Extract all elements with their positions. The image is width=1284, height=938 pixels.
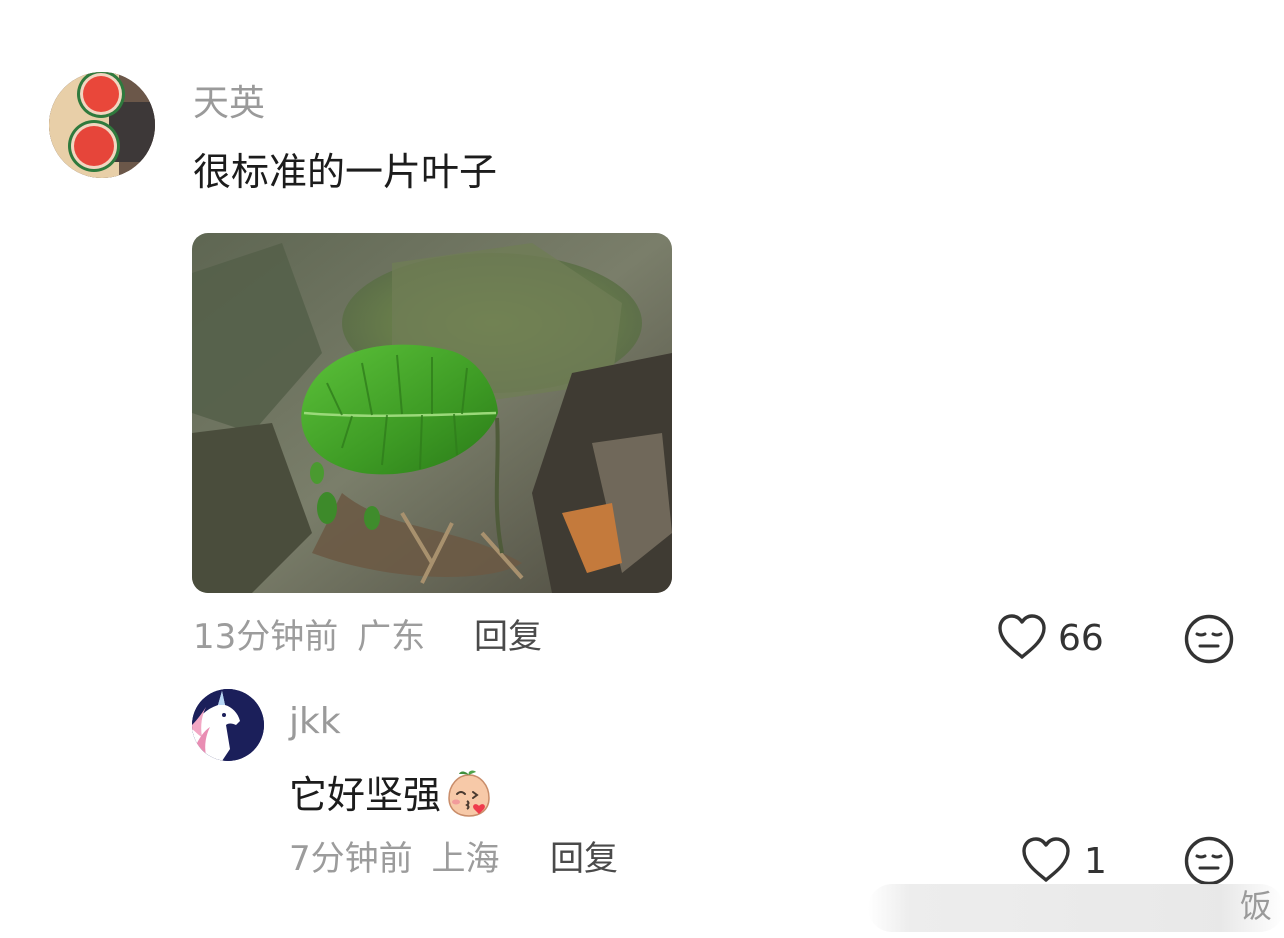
heart-outline-icon[interactable] (996, 613, 1048, 661)
reply-reply-button[interactable]: 回复 (550, 839, 618, 879)
reply-like-count: 1 (1084, 841, 1107, 882)
comment-location: 广东 (357, 617, 426, 657)
commenter-avatar[interactable] (49, 72, 155, 178)
reply-time: 7分钟前 (289, 839, 413, 879)
replier-name[interactable]: jkk (289, 702, 341, 742)
reply-text-line: 它好坚强 (289, 768, 495, 820)
reply-text: 它好坚强 (289, 773, 442, 817)
comment-meta: 13分钟前 广东 (193, 617, 425, 657)
commenter-name[interactable]: 天英 (193, 84, 265, 124)
watermark-text: 饭 (1239, 887, 1272, 925)
blushing-peach-emoji-icon (443, 768, 495, 820)
heart-outline-icon[interactable] (1020, 836, 1072, 884)
comment-photo[interactable] (192, 233, 672, 593)
watermark-bar (868, 884, 1284, 932)
meh-face-icon[interactable] (1183, 613, 1235, 665)
reply-location: 上海 (431, 839, 500, 879)
replier-avatar[interactable] (192, 689, 264, 761)
comment-like-count: 66 (1058, 618, 1104, 659)
comment-reply-button[interactable]: 回复 (474, 617, 542, 657)
reply-meta: 7分钟前 上海 (289, 839, 499, 879)
meh-face-icon[interactable] (1183, 835, 1235, 887)
comment-time: 13分钟前 (193, 617, 339, 657)
comment-text: 很标准的一片叶子 (193, 150, 498, 194)
